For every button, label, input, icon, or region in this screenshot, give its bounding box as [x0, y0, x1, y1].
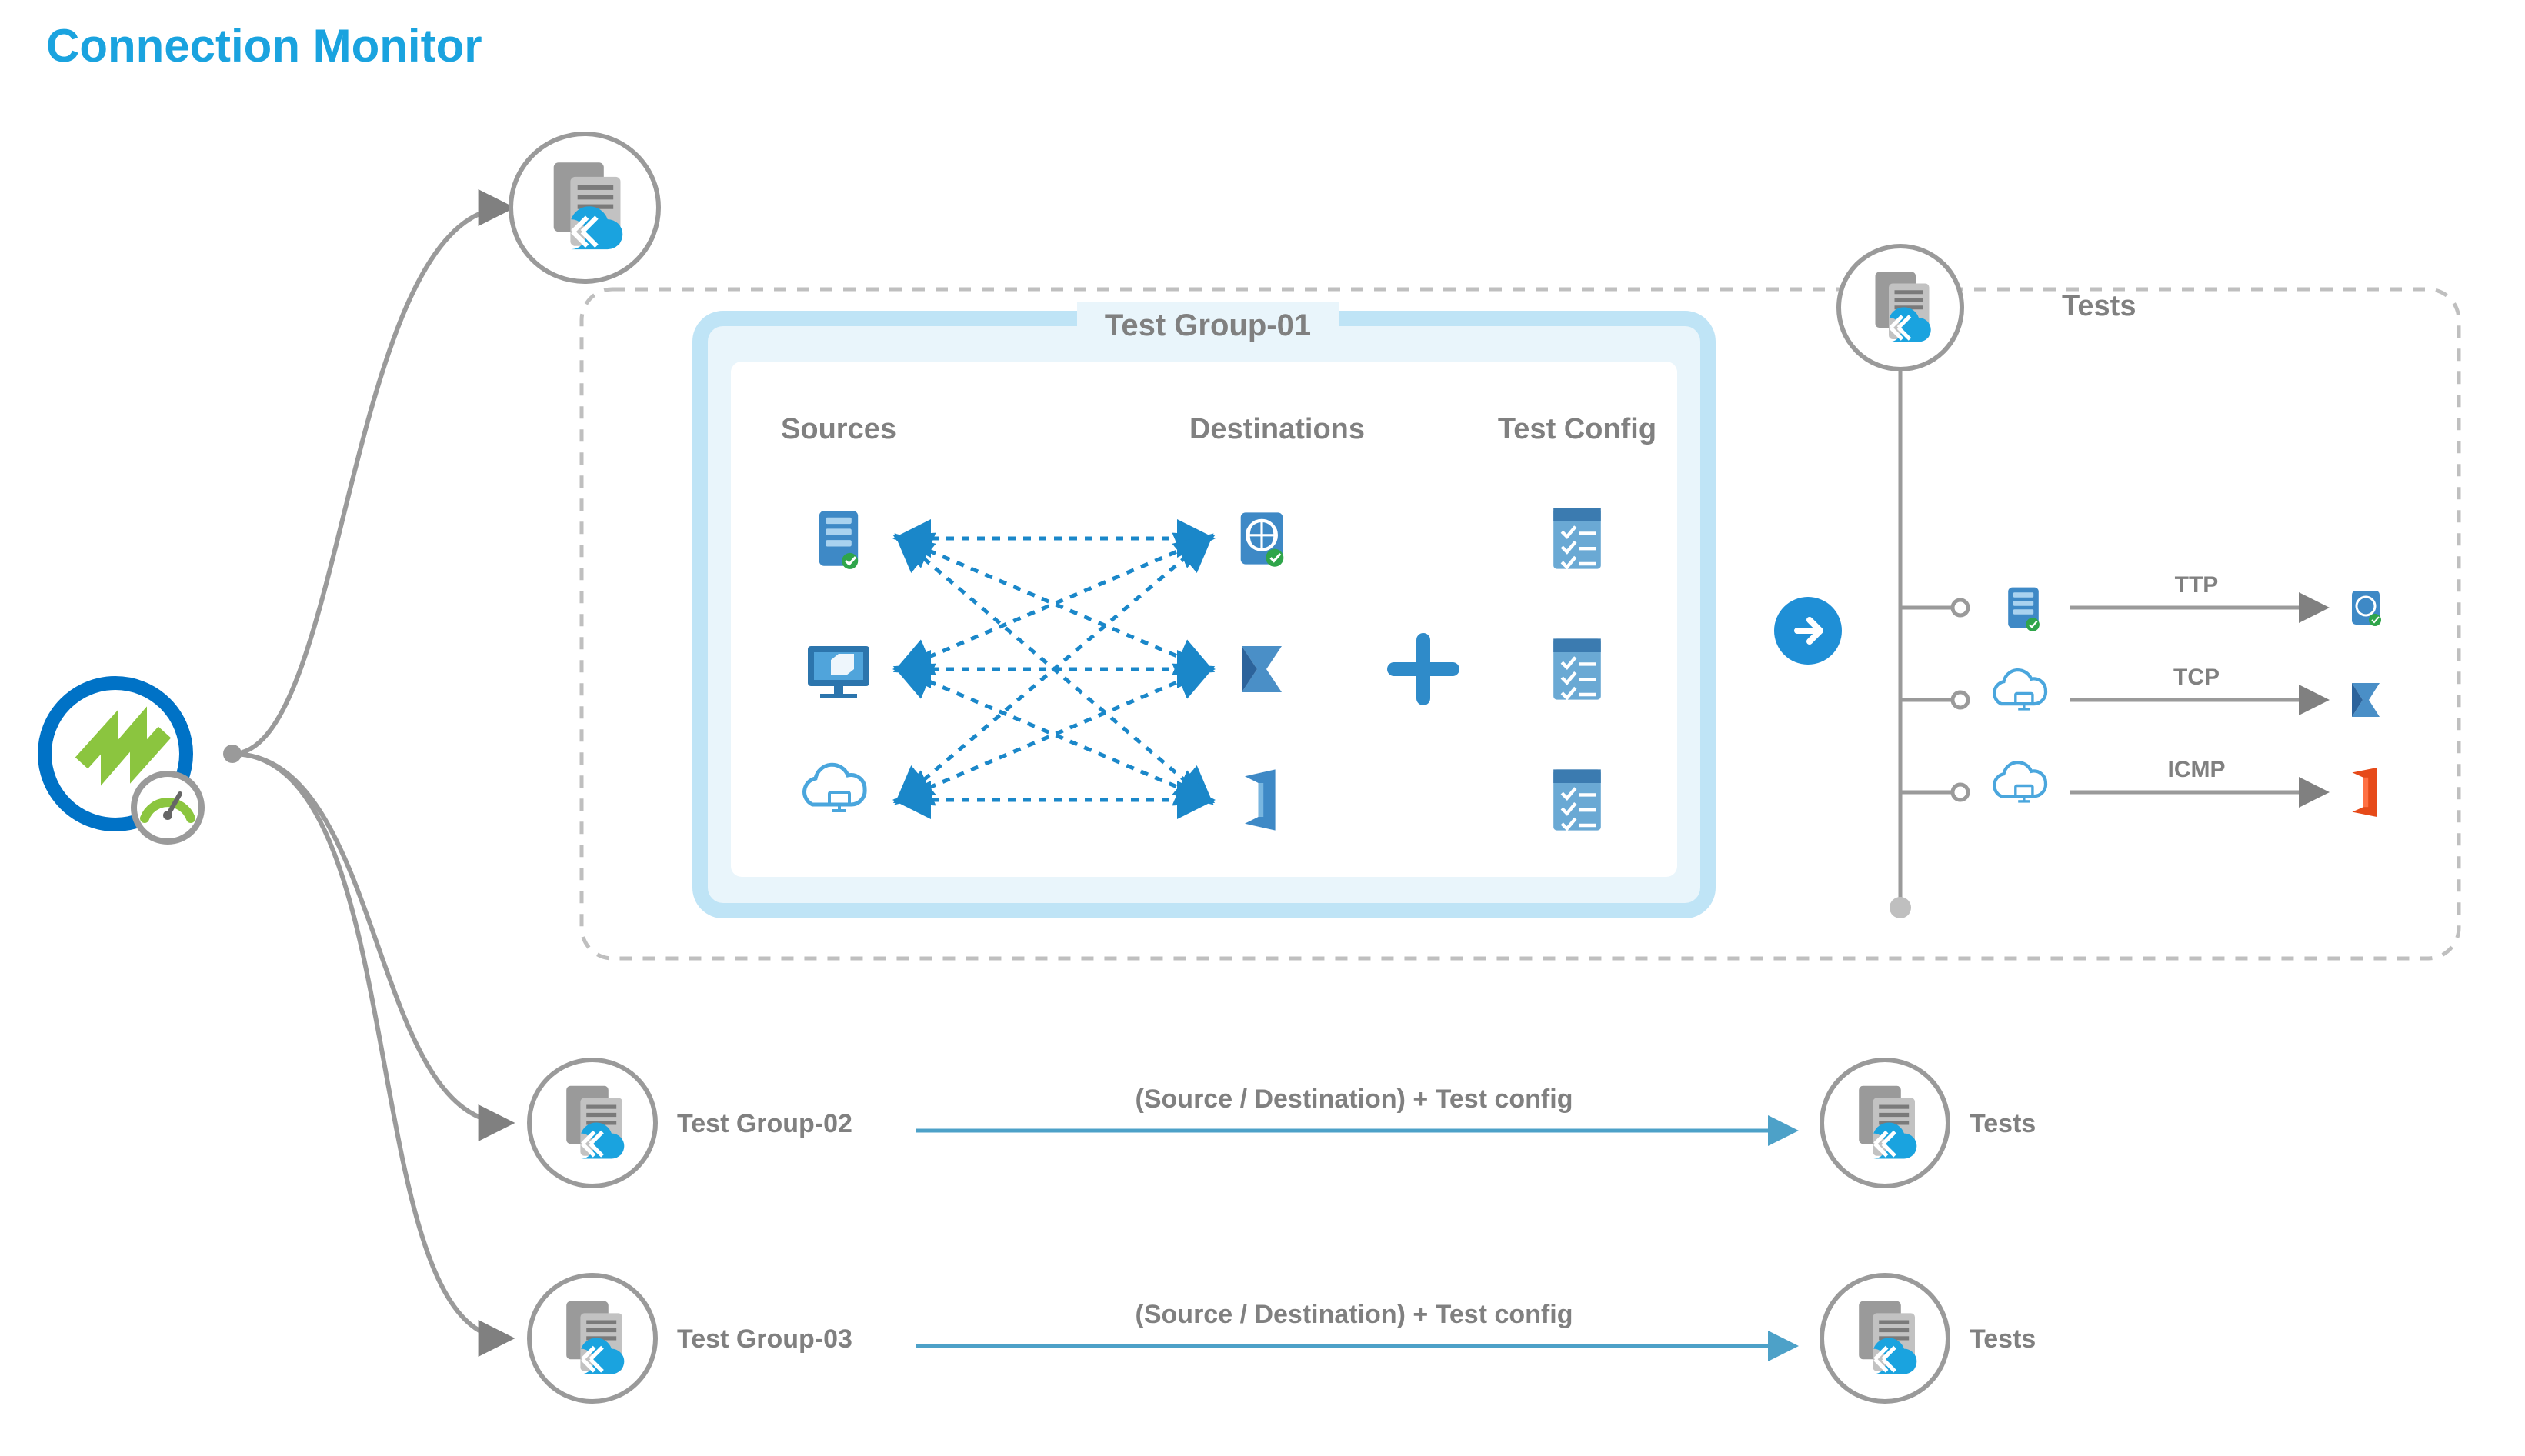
group2-arrow-label: (Source / Destination) + Test config: [1136, 1085, 1573, 1114]
group3-label: Test Group-03: [677, 1324, 852, 1354]
group1-node-icon: [511, 134, 659, 282]
group2-tests-label: Tests: [1970, 1109, 2036, 1138]
testconfig-icon-1: [1553, 508, 1601, 568]
connector-to-group-1: [232, 208, 508, 754]
protocol-label-2: TCP: [2173, 665, 2220, 690]
testconfig-heading: Test Config: [1498, 413, 1656, 445]
group3-tests-label: Tests: [1970, 1324, 2036, 1354]
tests-heading: Tests: [2062, 290, 2136, 322]
test-group-03-row: Test Group-03 (Source / Destination) + T…: [529, 1275, 2036, 1401]
tests-tree: Tests TTP TCP ICMP: [1839, 246, 2381, 918]
test-src-3-icon: [1994, 762, 2046, 801]
test-src-2-icon: [1994, 670, 2046, 709]
test-group-01-box: Test Group-01 Sources Destinations Test …: [700, 302, 1708, 911]
connection-monitor-diagram: Connection Monitor Test Group-01 Sources…: [0, 0, 2525, 1456]
group3-arrow-label: (Source / Destination) + Test config: [1136, 1300, 1573, 1329]
connector-to-group-2: [232, 754, 508, 1123]
protocol-label-3: ICMP: [2168, 757, 2226, 782]
destinations-heading: Destinations: [1189, 413, 1365, 445]
testconfig-icon-3: [1553, 769, 1601, 830]
test-dest-1-icon: [2352, 591, 2381, 626]
diagram-title: Connection Monitor: [46, 20, 482, 72]
test-dest-2-icon: [2352, 683, 2380, 717]
sources-heading: Sources: [781, 413, 896, 445]
dest-globe-icon: [1241, 512, 1284, 566]
protocol-label-1: TTP: [2175, 572, 2219, 598]
test-group-02-row: Test Group-02 (Source / Destination) + T…: [529, 1060, 2036, 1186]
expand-arrow-icon: [1774, 597, 1842, 665]
group1-label: Test Group-01: [1105, 308, 1311, 342]
connector-to-group-3: [232, 754, 508, 1338]
group2-label: Test Group-02: [677, 1109, 852, 1138]
test-src-1-icon: [2008, 588, 2040, 631]
testconfig-icon-2: [1553, 638, 1601, 699]
source-rack-icon: [819, 511, 858, 569]
test-dest-3-icon: [2352, 768, 2377, 817]
root-icon: [45, 683, 202, 841]
